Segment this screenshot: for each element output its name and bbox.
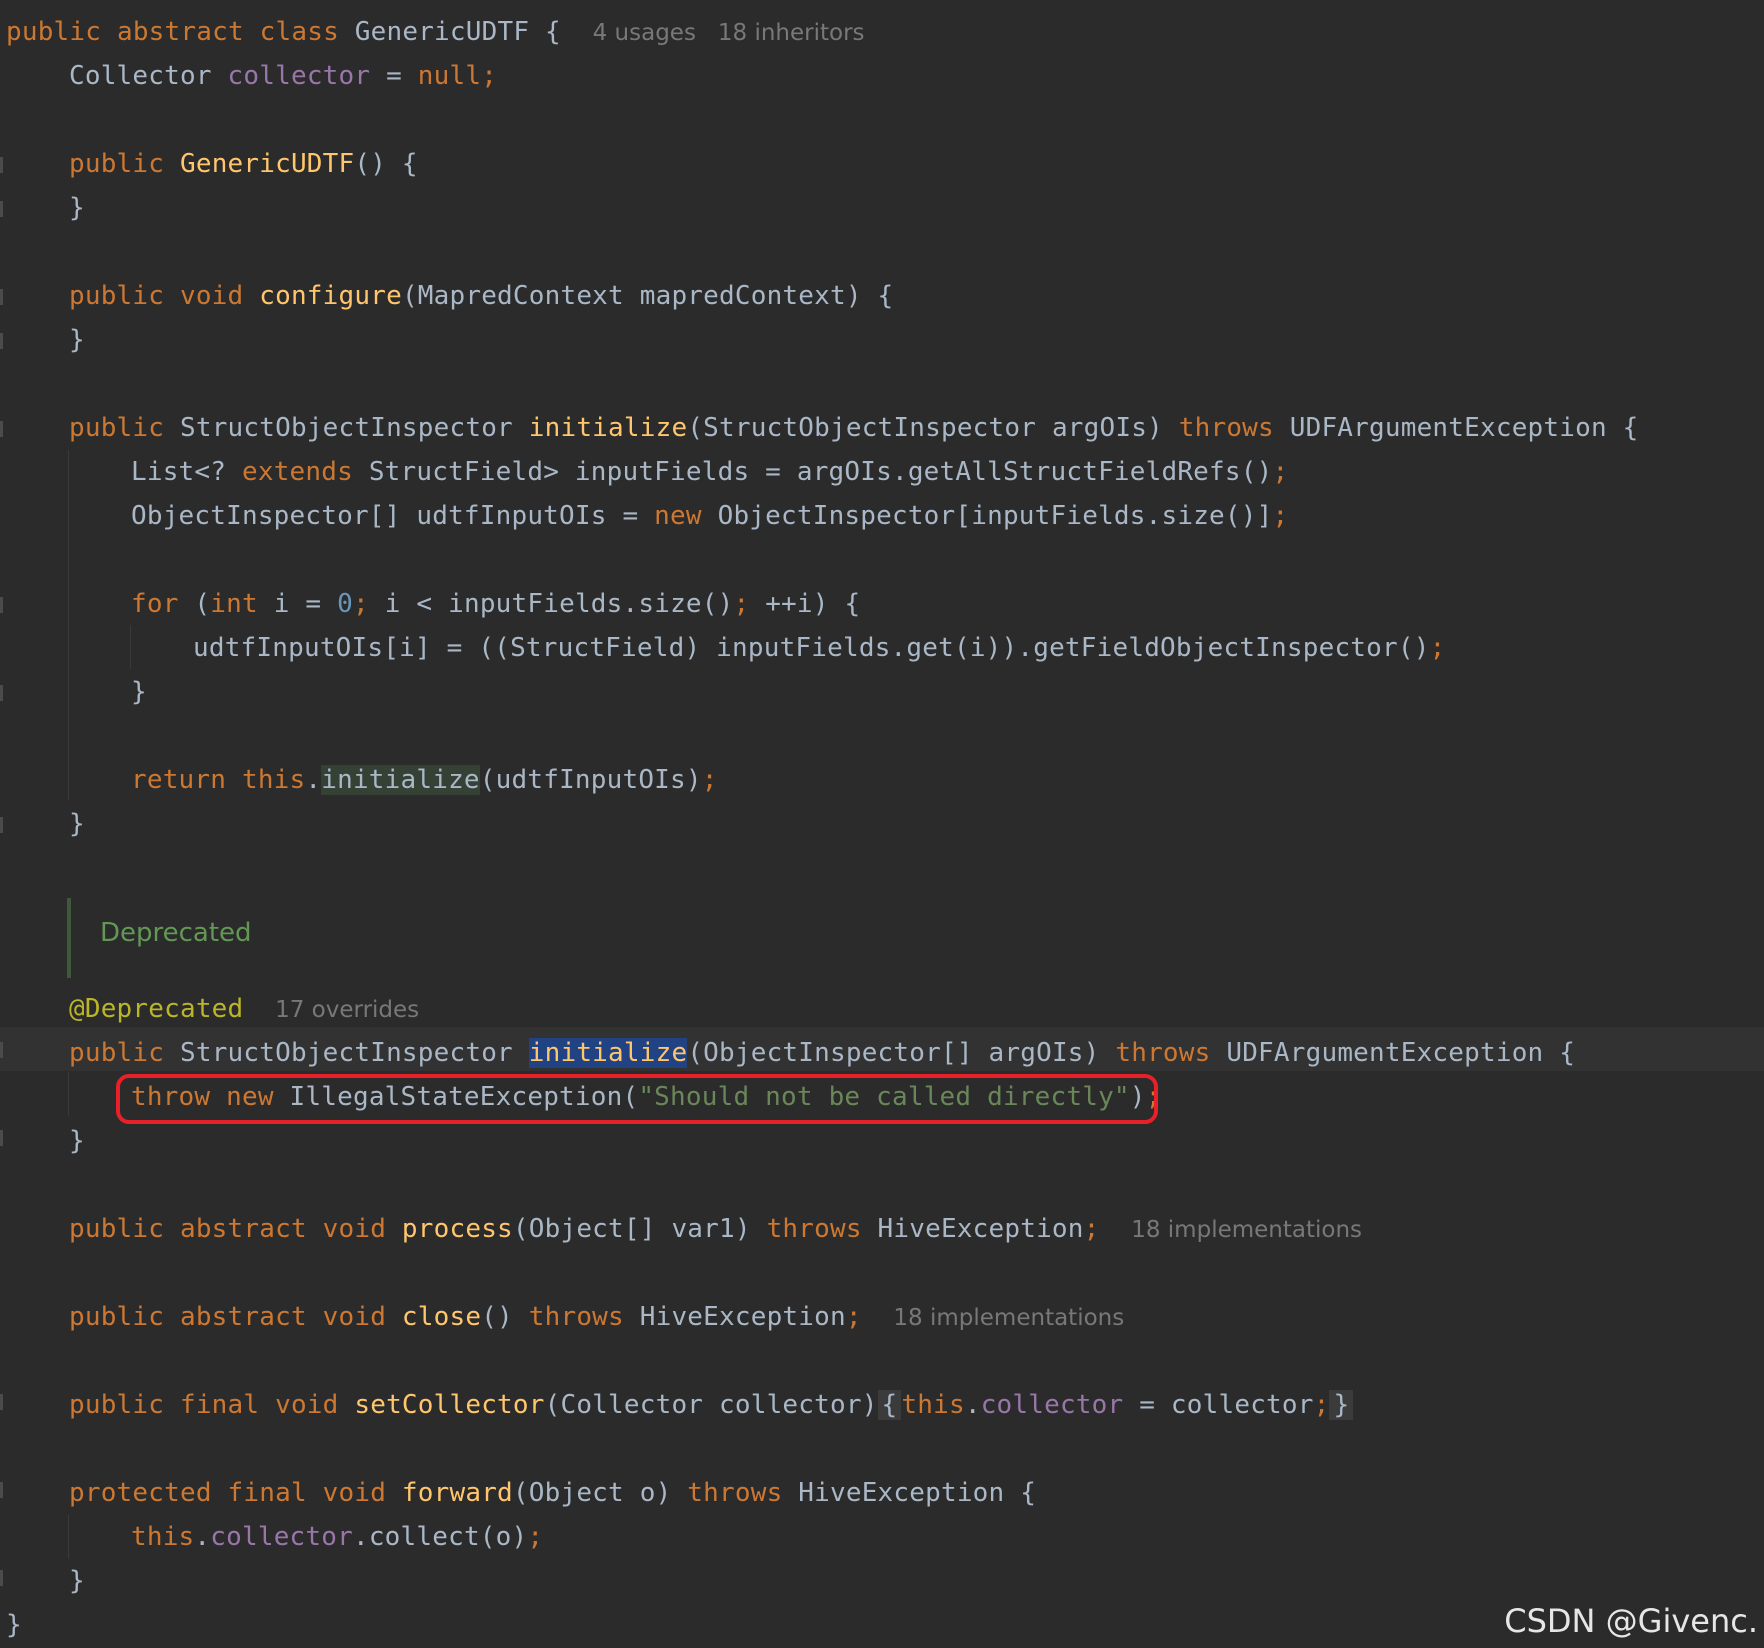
code-line[interactable]: @Deprecated 17 overrides xyxy=(69,987,419,1031)
code-line[interactable]: public abstract void process(Object[] va… xyxy=(69,1207,1362,1251)
code-line[interactable]: Collector collector = null; xyxy=(69,54,497,98)
fold-marker[interactable] xyxy=(0,817,3,833)
fold-marker[interactable] xyxy=(0,1394,3,1410)
code-line[interactable]: public void configure(MapredContext mapr… xyxy=(69,274,893,318)
code-line[interactable]: return this.initialize(udtfInputOIs); xyxy=(131,758,718,802)
indent-guide xyxy=(130,625,131,669)
usages-hint[interactable]: 4 usages xyxy=(593,20,696,46)
code-line[interactable]: protected final void forward(Object o) t… xyxy=(69,1471,1036,1515)
code-line[interactable]: for (int i = 0; i < inputFields.size(); … xyxy=(131,582,860,626)
highlight-annotation-box xyxy=(116,1074,1158,1124)
indent-guide xyxy=(68,1515,69,1559)
fold-marker[interactable] xyxy=(0,157,3,173)
code-line[interactable]: udtfInputOIs[i] = ((StructField) inputFi… xyxy=(193,626,1445,670)
code-editor[interactable]: public abstract class GenericUDTF { 4 us… xyxy=(0,0,1764,1648)
code-line[interactable]: } xyxy=(131,670,147,714)
code-line[interactable]: ObjectInspector[] udtfInputOIs = new Obj… xyxy=(131,494,1288,538)
code-line[interactable]: List<? extends StructField> inputFields … xyxy=(131,450,1288,494)
doc-comment-bar xyxy=(67,898,71,978)
code-line[interactable]: public StructObjectInspector initialize(… xyxy=(69,406,1639,450)
doc-comment-text[interactable]: Deprecated xyxy=(100,918,252,948)
fold-marker[interactable] xyxy=(0,333,3,349)
close-implementations-hint[interactable]: 18 implementations xyxy=(893,1305,1124,1331)
code-line[interactable]: public GenericUDTF() { xyxy=(69,142,418,186)
code-line[interactable]: this.collector.collect(o); xyxy=(131,1515,543,1559)
fold-marker[interactable] xyxy=(0,289,3,305)
code-line[interactable]: public abstract class GenericUDTF { 4 us… xyxy=(6,10,865,54)
watermark: CSDN @Givenc. xyxy=(1504,1602,1758,1640)
fold-marker[interactable] xyxy=(0,201,3,217)
code-line[interactable]: } xyxy=(69,318,85,362)
process-implementations-hint[interactable]: 18 implementations xyxy=(1131,1217,1362,1243)
indent-guide xyxy=(68,1072,69,1116)
code-line[interactable]: public final void setCollector(Collector… xyxy=(69,1383,1354,1427)
fold-marker[interactable] xyxy=(0,685,3,701)
indent-guide xyxy=(68,450,69,800)
fold-marker[interactable] xyxy=(0,421,3,437)
code-line[interactable]: } xyxy=(69,802,85,846)
code-line[interactable]: public abstract void close() throws Hive… xyxy=(69,1295,1124,1339)
code-line[interactable]: } xyxy=(69,1119,85,1163)
overrides-hint[interactable]: 17 overrides xyxy=(275,997,419,1023)
inheritors-hint[interactable]: 18 inheritors xyxy=(718,20,865,46)
code-line[interactable]: } xyxy=(69,1559,85,1603)
fold-marker[interactable] xyxy=(0,1130,3,1146)
fold-marker[interactable] xyxy=(0,1570,3,1586)
code-line[interactable]: public StructObjectInspector initialize(… xyxy=(69,1031,1575,1075)
fold-marker[interactable] xyxy=(0,1042,3,1058)
fold-marker[interactable] xyxy=(0,597,3,613)
fold-marker[interactable] xyxy=(0,1482,3,1498)
code-line[interactable]: } xyxy=(69,186,85,230)
code-line[interactable]: } xyxy=(6,1603,22,1647)
